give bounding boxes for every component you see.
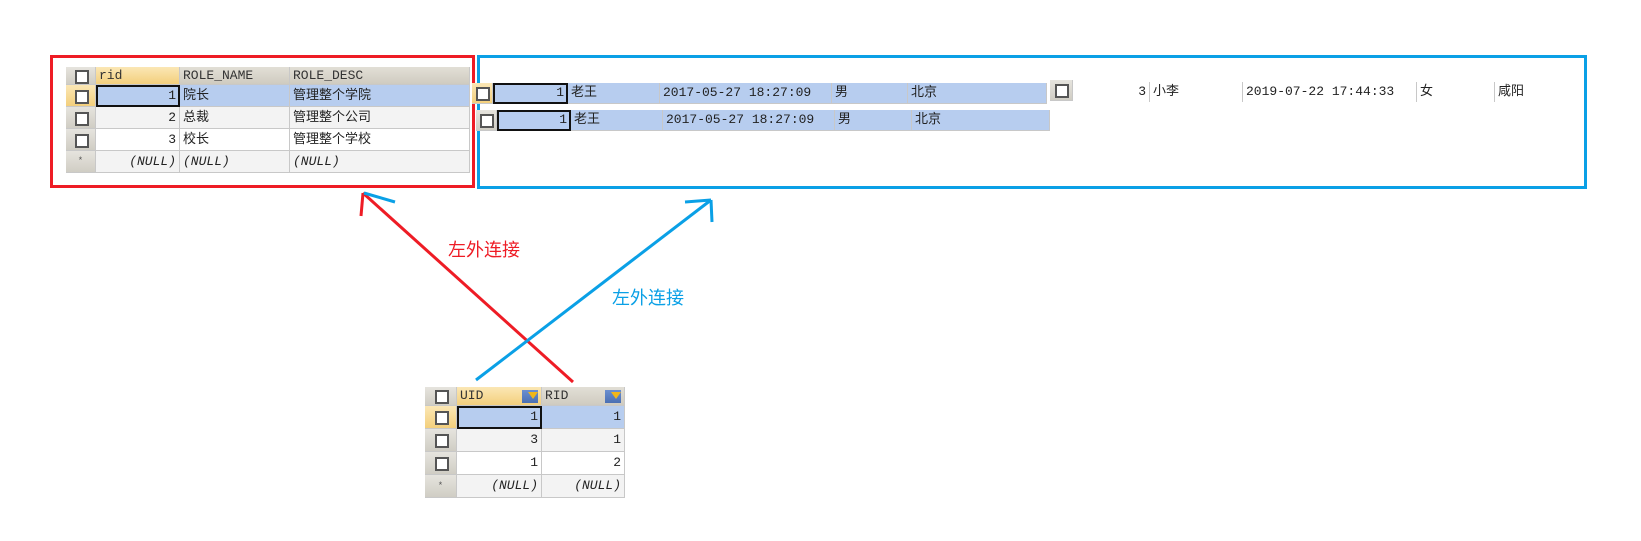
red-join-label: 左外连接 [448,240,520,261]
arrows-overlay [359,191,714,384]
blue-join-label: 左外连接 [612,288,684,309]
red-arrowhead-stroke [359,192,365,217]
blue-arrowhead-stroke [684,198,712,204]
red-arrow-line [361,191,575,384]
blue-arrowhead-stroke [709,199,714,223]
